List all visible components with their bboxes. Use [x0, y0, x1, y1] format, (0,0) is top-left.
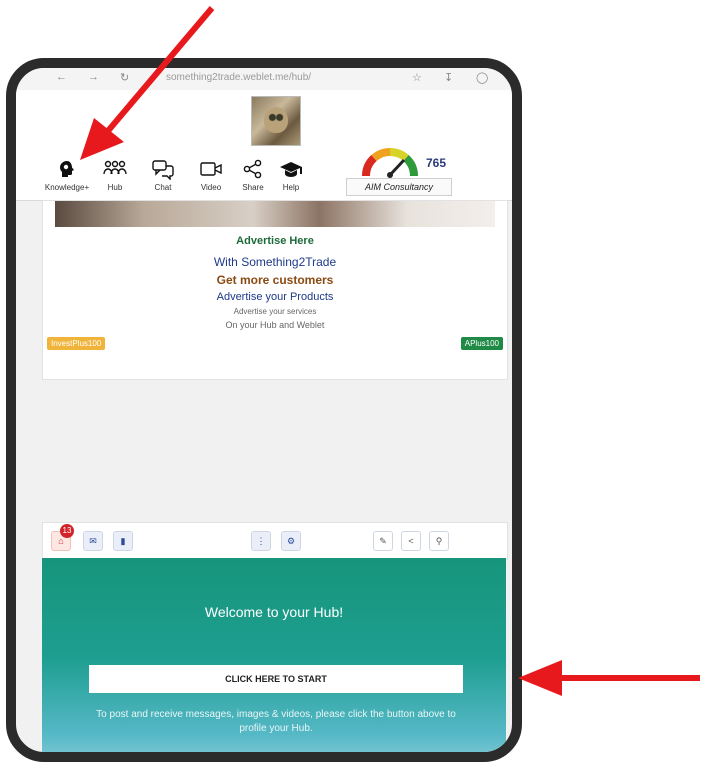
nav-label: Video: [200, 183, 222, 192]
advert-line: Advertise your Products: [216, 291, 334, 303]
pencil-icon: ✎: [379, 535, 387, 546]
bookmark-button[interactable]: ▮: [113, 531, 133, 551]
graduation-cap-icon: [268, 156, 314, 182]
download-icon[interactable]: ↧: [444, 71, 453, 84]
share-icon: <: [408, 536, 414, 546]
nav-label: Knowledge+: [44, 183, 90, 192]
search-button[interactable]: ⚲: [429, 531, 449, 551]
star-icon[interactable]: ☆: [412, 71, 422, 84]
settings-button[interactable]: ⚙: [281, 531, 301, 551]
advert-image: [55, 201, 495, 227]
message-button[interactable]: ✉: [83, 531, 103, 551]
consultancy-label[interactable]: AIM Consultancy: [346, 178, 452, 196]
menu-button[interactable]: ⋮: [251, 531, 271, 551]
advert-line: On your Hub and Weblet: [225, 320, 325, 330]
home-icon: ⌂: [58, 536, 64, 546]
aplus-badge[interactable]: APlus100: [460, 337, 503, 350]
nav-help[interactable]: Help: [268, 156, 314, 192]
advert-line: With Something2Trade: [213, 255, 337, 269]
nav-label: Help: [282, 183, 300, 192]
hub-instructions: To post and receive messages, images & v…: [96, 709, 456, 734]
vertical-dots-icon: ⋮: [256, 535, 266, 546]
score-value: 765: [426, 156, 447, 170]
message-icon: ✉: [89, 535, 97, 546]
annotation-arrow-top: [80, 6, 215, 160]
advert-card[interactable]: Advertise Here With Something2Trade Get …: [42, 200, 508, 380]
bookmark-icon: ▮: [120, 535, 126, 546]
search-icon: ⚲: [435, 535, 443, 546]
advert-line: Advertise your services: [233, 307, 317, 316]
nav-label: Hub: [107, 183, 123, 192]
gear-icon: ⚙: [286, 535, 296, 546]
tabs-icon[interactable]: ◯: [476, 71, 488, 84]
hub-welcome-panel: Welcome to your Hub! CLICK HERE TO START…: [42, 558, 506, 752]
advert-line: Get more customers: [216, 273, 334, 287]
nav-label: Chat: [154, 183, 172, 192]
edit-button[interactable]: ✎: [373, 531, 393, 551]
annotation-arrow-bottom: [518, 660, 700, 696]
advert-title: Advertise Here: [236, 235, 314, 247]
start-button[interactable]: CLICK HERE TO START: [89, 665, 463, 693]
hub-toolbar: ⌂ 13 ✉ ▮ ⋮ ⚙ ✎ < ⚲: [42, 522, 508, 560]
avatar[interactable]: [251, 96, 301, 146]
welcome-heading: Welcome to your Hub!: [204, 604, 344, 620]
notification-badge: 13: [60, 524, 74, 538]
investplus-badge[interactable]: InvestPlus100: [47, 337, 106, 350]
share-button[interactable]: <: [401, 531, 421, 551]
